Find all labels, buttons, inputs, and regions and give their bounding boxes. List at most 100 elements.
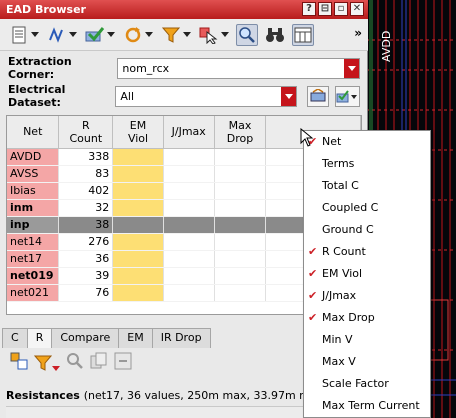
extraction-corner-label: Extraction Corner: — [8, 55, 72, 81]
menu-item[interactable]: ✔ Net — [304, 131, 430, 153]
probe-resistance-icon[interactable] — [10, 352, 28, 373]
checkmark-icon: ✔ — [308, 245, 318, 258]
menu-item[interactable]: Min V — [304, 329, 430, 351]
resistances-details: (net17, 36 values, 250m max, 33.97m min) — [83, 389, 325, 402]
float-button[interactable]: ▫ — [334, 2, 348, 16]
menu-item-label: EM Viol — [322, 267, 363, 280]
dataset-settings-button[interactable] — [307, 85, 329, 107]
dataset-settings-icon — [310, 89, 326, 102]
cell-max-drop — [214, 165, 267, 183]
table-view-icon[interactable] — [292, 23, 314, 46]
cell-r-count: 32 — [58, 199, 114, 217]
cell-r-count: 276 — [58, 233, 114, 251]
report-icon[interactable] — [8, 24, 30, 46]
tab-em[interactable]: EM — [118, 328, 153, 348]
column-header-r-count[interactable]: R Count — [58, 116, 114, 149]
highlight-icon[interactable] — [198, 24, 220, 46]
cell-j-jmax — [163, 233, 215, 251]
resistances-summary: Resistances (net17, 36 values, 250m max,… — [6, 389, 324, 402]
menu-item[interactable]: ✔ R Count — [304, 241, 430, 263]
menu-item-label: J/Jmax — [322, 289, 357, 302]
filter-icon[interactable] — [34, 354, 60, 372]
menu-item[interactable]: Scale Factor — [304, 373, 430, 395]
menu-item-label: Min V — [322, 333, 353, 346]
cell-j-jmax — [163, 148, 215, 166]
close-button[interactable]: ✕ — [350, 2, 364, 16]
refresh-dropdown[interactable] — [144, 24, 154, 46]
copy-icon[interactable] — [90, 352, 108, 373]
help-button[interactable]: ? — [302, 2, 316, 16]
column-header-j-jmax[interactable]: J/Jmax — [163, 116, 215, 149]
cell-max-drop — [214, 284, 267, 302]
search-icon[interactable] — [66, 352, 84, 373]
tab-ir-drop[interactable]: IR Drop — [151, 328, 211, 348]
zoom-to-net-icon[interactable] — [236, 23, 258, 46]
cell-r-count: 338 — [58, 148, 114, 166]
checkmark-icon: ✔ — [308, 311, 318, 324]
highlight-dropdown[interactable] — [220, 24, 230, 46]
menu-item[interactable]: Max V — [304, 351, 430, 373]
cell-em-viol — [112, 148, 164, 166]
dataset-check-button[interactable] — [334, 85, 360, 107]
probe-dropdown[interactable] — [68, 24, 78, 46]
chevron-down-icon[interactable] — [344, 58, 359, 78]
menu-item[interactable]: Total C — [304, 175, 430, 197]
filter-icon[interactable] — [160, 24, 182, 46]
cell-em-viol — [112, 250, 164, 268]
toolbar-overflow-button[interactable]: » — [354, 26, 362, 40]
cell-net: net17 — [7, 250, 60, 268]
cell-r-count: 83 — [58, 165, 114, 183]
cell-net: net019 — [7, 267, 60, 285]
cell-r-count: 38 — [58, 216, 114, 234]
check-dropdown-icon — [336, 90, 358, 103]
binoculars-icon[interactable] — [264, 24, 286, 46]
menu-item-label: Max Drop — [322, 311, 375, 324]
cell-max-drop — [214, 250, 267, 268]
check-dropdown[interactable] — [106, 24, 116, 46]
tab-c[interactable]: C — [2, 328, 28, 348]
tab-compare[interactable]: Compare — [51, 328, 120, 348]
cell-j-jmax — [163, 216, 215, 234]
menu-item[interactable]: ✔ J/Jmax — [304, 285, 430, 307]
extraction-corner-value: nom_rcx — [122, 61, 170, 75]
menu-item[interactable]: ✔ Max Drop — [304, 307, 430, 329]
column-header-em-viol[interactable]: EM Viol — [112, 116, 164, 149]
cell-r-count: 36 — [58, 250, 114, 268]
menu-item[interactable]: Ground C — [304, 219, 430, 241]
probe-net-icon[interactable] — [46, 24, 68, 46]
tab-r[interactable]: R — [26, 328, 53, 348]
refresh-icon[interactable] — [122, 24, 144, 46]
layout-pin-label: AVDD — [380, 30, 393, 62]
window-title: EAD Browser — [6, 3, 86, 16]
restore-button[interactable]: ⊟ — [318, 2, 332, 16]
mouse-cursor-icon — [300, 128, 314, 147]
electrical-dataset-select[interactable]: All — [115, 85, 298, 107]
cell-net: AVSS — [7, 165, 60, 183]
cell-r-count: 39 — [58, 267, 114, 285]
toolbar: » — [0, 19, 368, 51]
extraction-corner-row: Extraction Corner: nom_rcx — [8, 55, 360, 81]
menu-item[interactable]: Coupled C — [304, 197, 430, 219]
menu-item[interactable]: ✔ EM Viol — [304, 263, 430, 285]
cell-j-jmax — [163, 165, 215, 183]
menu-item-label: Net — [322, 135, 342, 148]
column-header-net[interactable]: Net — [7, 116, 60, 149]
menu-item-label: Scale Factor — [322, 377, 389, 390]
cell-j-jmax — [163, 267, 215, 285]
menu-item-label: Max Term Current — [322, 399, 420, 412]
menu-item[interactable]: Max Term Current — [304, 395, 430, 417]
column-header-max-drop[interactable]: Max Drop — [214, 116, 267, 149]
extraction-corner-select[interactable]: nom_rcx — [117, 57, 360, 79]
chevron-down-icon[interactable] — [281, 86, 297, 106]
cell-em-viol — [112, 284, 164, 302]
menu-item[interactable]: Terms — [304, 153, 430, 175]
menu-item-label: R Count — [322, 245, 366, 258]
filter-dropdown[interactable] — [182, 24, 192, 46]
cell-max-drop — [214, 182, 267, 200]
title-bar[interactable]: EAD Browser ? ⊟ ▫ ✕ — [0, 0, 368, 19]
check-icon[interactable] — [84, 24, 106, 46]
cell-net: inm — [7, 199, 60, 217]
report-dropdown[interactable] — [30, 24, 40, 46]
electrical-dataset-row: Electrical Dataset: All — [8, 83, 360, 109]
export-icon[interactable] — [114, 352, 132, 373]
